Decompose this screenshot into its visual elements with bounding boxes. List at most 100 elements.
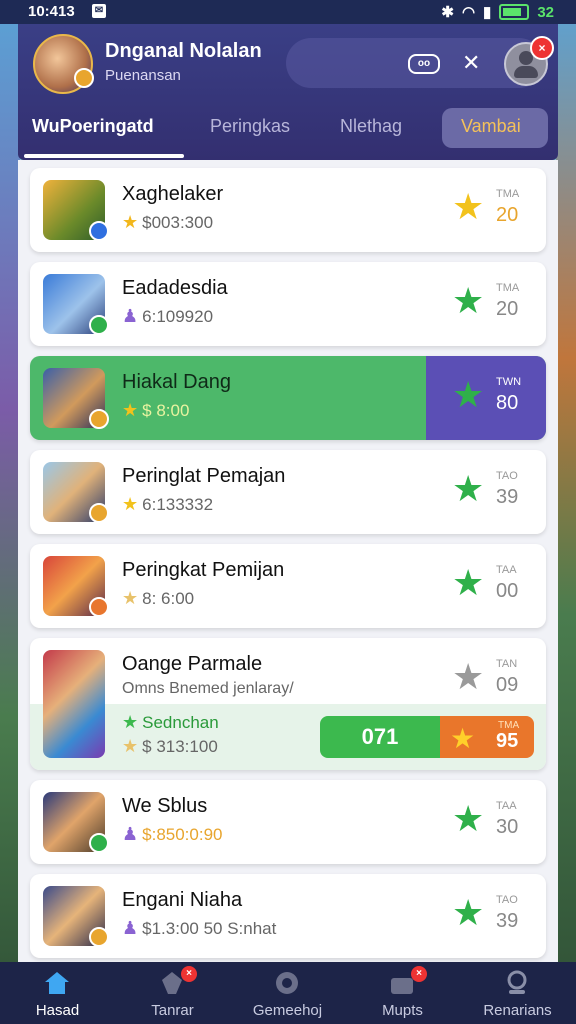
star-icon: ★: [452, 798, 485, 839]
star-icon: ★: [452, 374, 485, 415]
nav-label: Mupts: [382, 1002, 423, 1019]
profile-icon: [507, 970, 527, 994]
rank-value: 30: [496, 816, 519, 838]
nav-label: Gemeehoj: [252, 1002, 323, 1019]
featured-tag: ★ Sednchan: [122, 712, 219, 732]
nav-badge: ×: [181, 966, 197, 982]
list-item[interactable]: Peringkat Pemijan ★ 8: 6:00 ★ TAA 00: [30, 544, 546, 628]
tab-active-indicator: [24, 154, 184, 158]
status-time: 10:413: [28, 3, 75, 20]
nav-label: Tanrar: [151, 1002, 194, 1019]
rank-panel: [426, 356, 546, 440]
rank-label: TAA: [496, 564, 517, 576]
player-name: Xaghelaker: [122, 183, 224, 205]
nav-mupts[interactable]: × Mupts: [345, 962, 460, 1024]
player-name: We Sblus: [122, 795, 208, 817]
star-icon: ★: [452, 656, 485, 697]
vr-icon[interactable]: oo: [408, 54, 440, 74]
platform-badge-icon: [89, 409, 109, 429]
gamepad-icon: [276, 972, 298, 994]
profile-header: Dnganal Nolalan Puenansan oo ✕ × WuPoeri…: [18, 24, 558, 160]
tab-leaderboard[interactable]: WuPoeringatd: [32, 116, 154, 137]
tab-bar: WuPoeringatd Peringkas Nlethag Vambai: [18, 102, 558, 160]
rank-button[interactable]: ★ TMA 95: [440, 716, 534, 758]
bluetooth-icon: ✱: [441, 4, 454, 21]
rank-value: 00: [496, 580, 519, 602]
rank-label: TMA: [496, 282, 520, 294]
featured-score: ★ $ 313:100: [122, 736, 218, 756]
player-name: Engani Niaha: [122, 889, 243, 911]
star-icon: ★: [122, 400, 139, 420]
rank-label: TAN: [496, 658, 518, 670]
notification-icon: ✉: [92, 4, 106, 18]
list-item[interactable]: Eadadesdia ♟ 6:109920 ★ TMA 20: [30, 262, 546, 346]
list-item[interactable]: Xaghelaker ★ $003:300 ★ TMA 20: [30, 168, 546, 252]
featured-thumbnail: [43, 650, 105, 758]
nav-gemeehoj[interactable]: Gemeehoj: [230, 962, 345, 1024]
tab-vambai[interactable]: Vambai: [461, 116, 521, 137]
rank-value: 80: [496, 392, 519, 414]
player-score: ★ 6:133332: [122, 494, 214, 514]
nav-label: Hasad: [35, 1002, 80, 1019]
player-score: ★ 8: 6:00: [122, 588, 195, 608]
star-icon: ★: [452, 892, 485, 933]
platform-badge-icon: [89, 833, 109, 853]
person-icon: ♟: [122, 306, 139, 326]
player-name: Hiakal Dang: [122, 371, 231, 393]
person-icon: ♟: [122, 918, 139, 938]
star-icon: ★: [452, 280, 485, 321]
featured-item[interactable]: Oange Parmale Omns Bnemed jenlaray/ ★ Sed…: [30, 638, 546, 770]
player-name: Eadadesdia: [122, 277, 228, 299]
rank-value: 09: [496, 674, 519, 696]
player-name: Peringlat Pemajan: [122, 465, 286, 487]
nav-renarians[interactable]: Renarians: [460, 962, 575, 1024]
signal-icon: ▮: [483, 4, 492, 21]
background-left: [0, 0, 20, 1024]
star-icon: ★: [452, 468, 485, 509]
nav-label: Renarians: [483, 1002, 552, 1019]
nav-home[interactable]: Hasad: [0, 962, 115, 1024]
background-right: [556, 0, 576, 1024]
profile-badge: ×: [530, 36, 554, 60]
player-name: Peringkat Pemijan: [122, 559, 285, 581]
tab-peringkas[interactable]: Peringkas: [210, 116, 290, 137]
tab-nlethag[interactable]: Nlethag: [340, 116, 402, 137]
star-icon: ★: [122, 494, 139, 514]
platform-badge-icon: [89, 221, 109, 241]
leaderboard-list: Xaghelaker ★ $003:300 ★ TMA 20 Eadadesdia…: [18, 160, 558, 964]
star-icon: ★: [452, 562, 485, 603]
list-item[interactable]: We Sblus ♟ $:850:0:90 ★ TAA 30: [30, 780, 546, 864]
claim-button[interactable]: 071: [320, 716, 440, 758]
star-icon: ★: [122, 588, 139, 608]
platform-badge-icon: [89, 315, 109, 335]
tools-icon[interactable]: ✕: [462, 50, 480, 76]
rank-value: 95: [496, 730, 519, 752]
featured-title: Oange Parmale: [122, 653, 263, 675]
list-item[interactable]: Engani Niaha ♟ $1.3:00 50 S:nhat ★ TAO 39: [30, 874, 546, 958]
nav-badge: ×: [411, 966, 427, 982]
rank-value: 39: [496, 486, 519, 508]
nav-tanrar[interactable]: × Tanrar: [115, 962, 230, 1024]
star-icon: ★: [122, 736, 139, 756]
bottom-navigation: Hasad × Tanrar Gemeehoj × Mupts Renarian…: [0, 962, 576, 1024]
player-score: ★ $ 8:00: [122, 400, 190, 420]
user-subtitle: Puenansan: [105, 67, 181, 84]
star-icon: ★: [122, 212, 139, 232]
list-item[interactable]: Peringlat Pemajan ★ 6:133332 ★ TAO 39: [30, 450, 546, 534]
rank-value: 20: [496, 204, 519, 226]
star-icon: ★: [122, 712, 139, 732]
player-score: ♟ $:850:0:90: [122, 824, 223, 844]
rank-label: TAO: [496, 470, 518, 482]
player-score: ★ $003:300: [122, 212, 214, 232]
battery-icon: [499, 4, 530, 20]
list-item-highlighted[interactable]: Hiakal Dang ★ $ 8:00 ★ TWN 80: [30, 356, 546, 440]
wifi-icon: ◠: [461, 4, 476, 21]
level-badge-icon: [74, 68, 94, 88]
rank-label: TAA: [496, 800, 517, 812]
status-bar: 10:413 ✉ ✱ ◠ ▮ 32: [0, 0, 576, 24]
rank-value: 20: [496, 298, 519, 320]
player-score: ♟ $1.3:00 50 S:nhat: [122, 918, 277, 938]
player-score: ♟ 6:109920: [122, 306, 214, 326]
star-icon: ★: [452, 186, 485, 227]
platform-badge-icon: [89, 597, 109, 617]
